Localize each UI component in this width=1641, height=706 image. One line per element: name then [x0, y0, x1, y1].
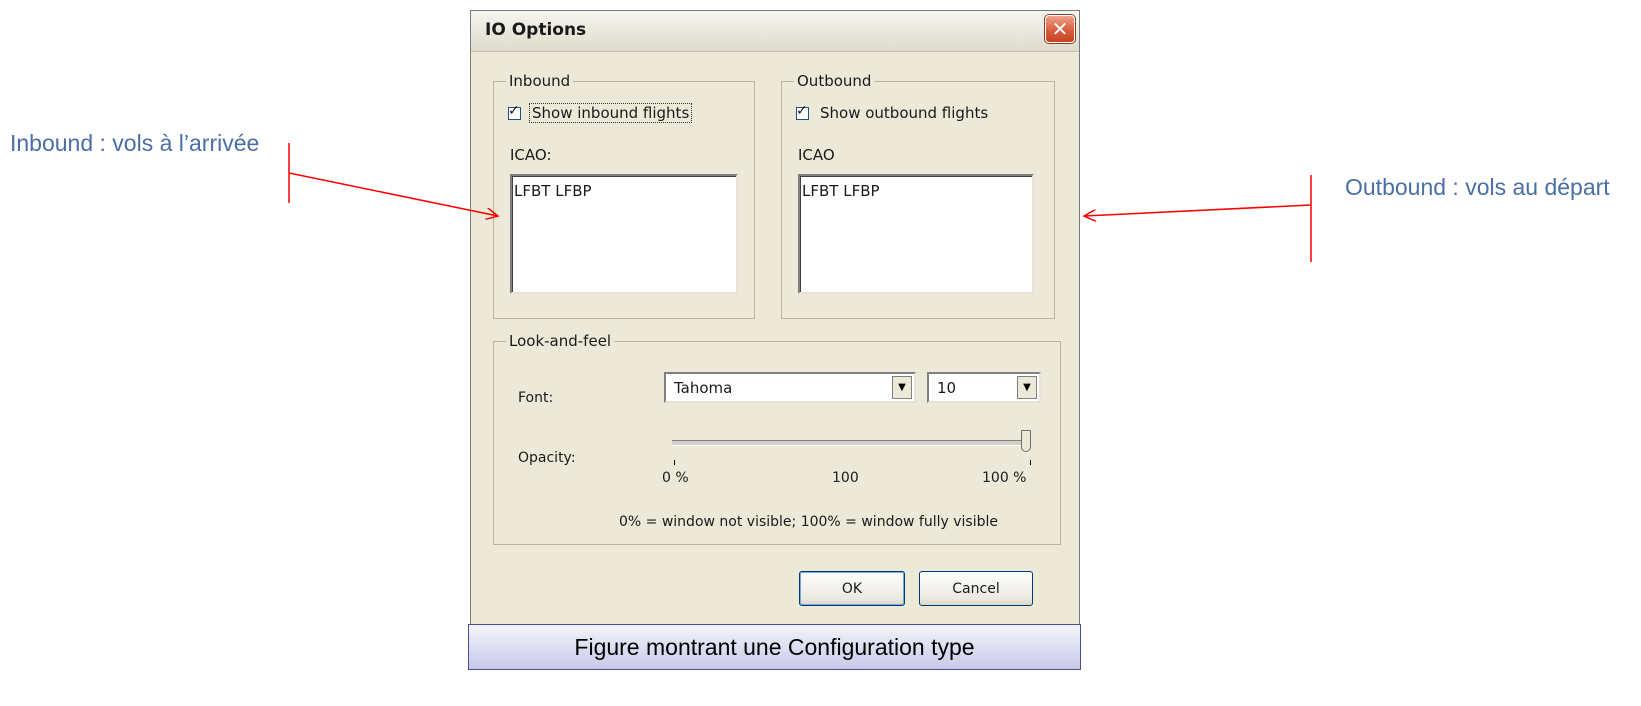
font-size-value: 10 [937, 379, 957, 397]
close-icon: ✕ [1051, 17, 1069, 41]
checkmark-icon: ✓ [508, 102, 520, 119]
checkmark-icon: ✓ [796, 102, 808, 119]
io-options-dialog: IO Options ✕ Inbound ✓ Show inbound flig… [470, 10, 1080, 670]
opacity-note: 0% = window not visible; 100% = window f… [619, 514, 998, 530]
annotation-inbound: Inbound : vols à l’arrivée [10, 130, 260, 156]
font-select[interactable]: Tahoma ▼ [664, 372, 916, 403]
cancel-button[interactable]: Cancel [919, 571, 1033, 606]
ok-button[interactable]: OK [799, 571, 905, 606]
opacity-tick-max: 100 % [982, 470, 1027, 486]
opacity-slider-thumb[interactable] [1021, 430, 1031, 452]
inbound-group-label: Inbound [506, 72, 574, 90]
close-button[interactable]: ✕ [1045, 15, 1075, 43]
inbound-checkbox-row[interactable]: ✓ Show inbound flights [508, 103, 693, 123]
outbound-group: Outbound ✓ Show outbound flights ICAO LF… [781, 72, 1055, 319]
show-outbound-label[interactable]: Show outbound flights [818, 104, 990, 122]
left-arrow [288, 172, 498, 216]
slider-tick [674, 460, 675, 465]
font-label: Font: [518, 390, 554, 406]
slider-tick [1030, 460, 1031, 465]
title-bar[interactable]: IO Options ✕ [471, 11, 1079, 52]
right-arrow [1084, 204, 1312, 216]
look-and-feel-group-label: Look-and-feel [506, 332, 615, 350]
opacity-slider-track[interactable] [672, 440, 1030, 446]
outbound-icao-field[interactable]: LFBT LFBP [798, 174, 1034, 294]
chevron-down-icon[interactable]: ▼ [1017, 376, 1037, 399]
inbound-icao-field[interactable]: LFBT LFBP [510, 174, 738, 294]
outbound-group-label: Outbound [794, 72, 875, 90]
show-outbound-checkbox[interactable]: ✓ [796, 103, 809, 120]
inbound-icao-label: ICAO: [510, 146, 552, 164]
dialog-title: IO Options [485, 20, 587, 40]
font-size-select[interactable]: 10 ▼ [927, 372, 1041, 403]
annotation-outbound: Outbound : vols au départ [1345, 174, 1610, 200]
outbound-checkbox-row[interactable]: ✓ Show outbound flights [796, 103, 990, 122]
outbound-icao-label: ICAO [798, 146, 835, 164]
font-select-value: Tahoma [674, 379, 733, 397]
look-and-feel-group: Look-and-feel Font: Tahoma ▼ 10 ▼ Opacit… [493, 332, 1061, 545]
opacity-tick-min: 0 % [662, 470, 689, 486]
opacity-tick-mid: 100 [832, 470, 859, 486]
inbound-group: Inbound ✓ Show inbound flights ICAO: LFB… [493, 72, 755, 319]
opacity-label: Opacity: [518, 450, 576, 466]
chevron-down-icon[interactable]: ▼ [892, 376, 912, 399]
show-inbound-label[interactable]: Show inbound flights [528, 103, 693, 123]
show-inbound-checkbox[interactable]: ✓ [508, 103, 521, 120]
figure-caption: Figure montrant une Configuration type [468, 624, 1081, 670]
